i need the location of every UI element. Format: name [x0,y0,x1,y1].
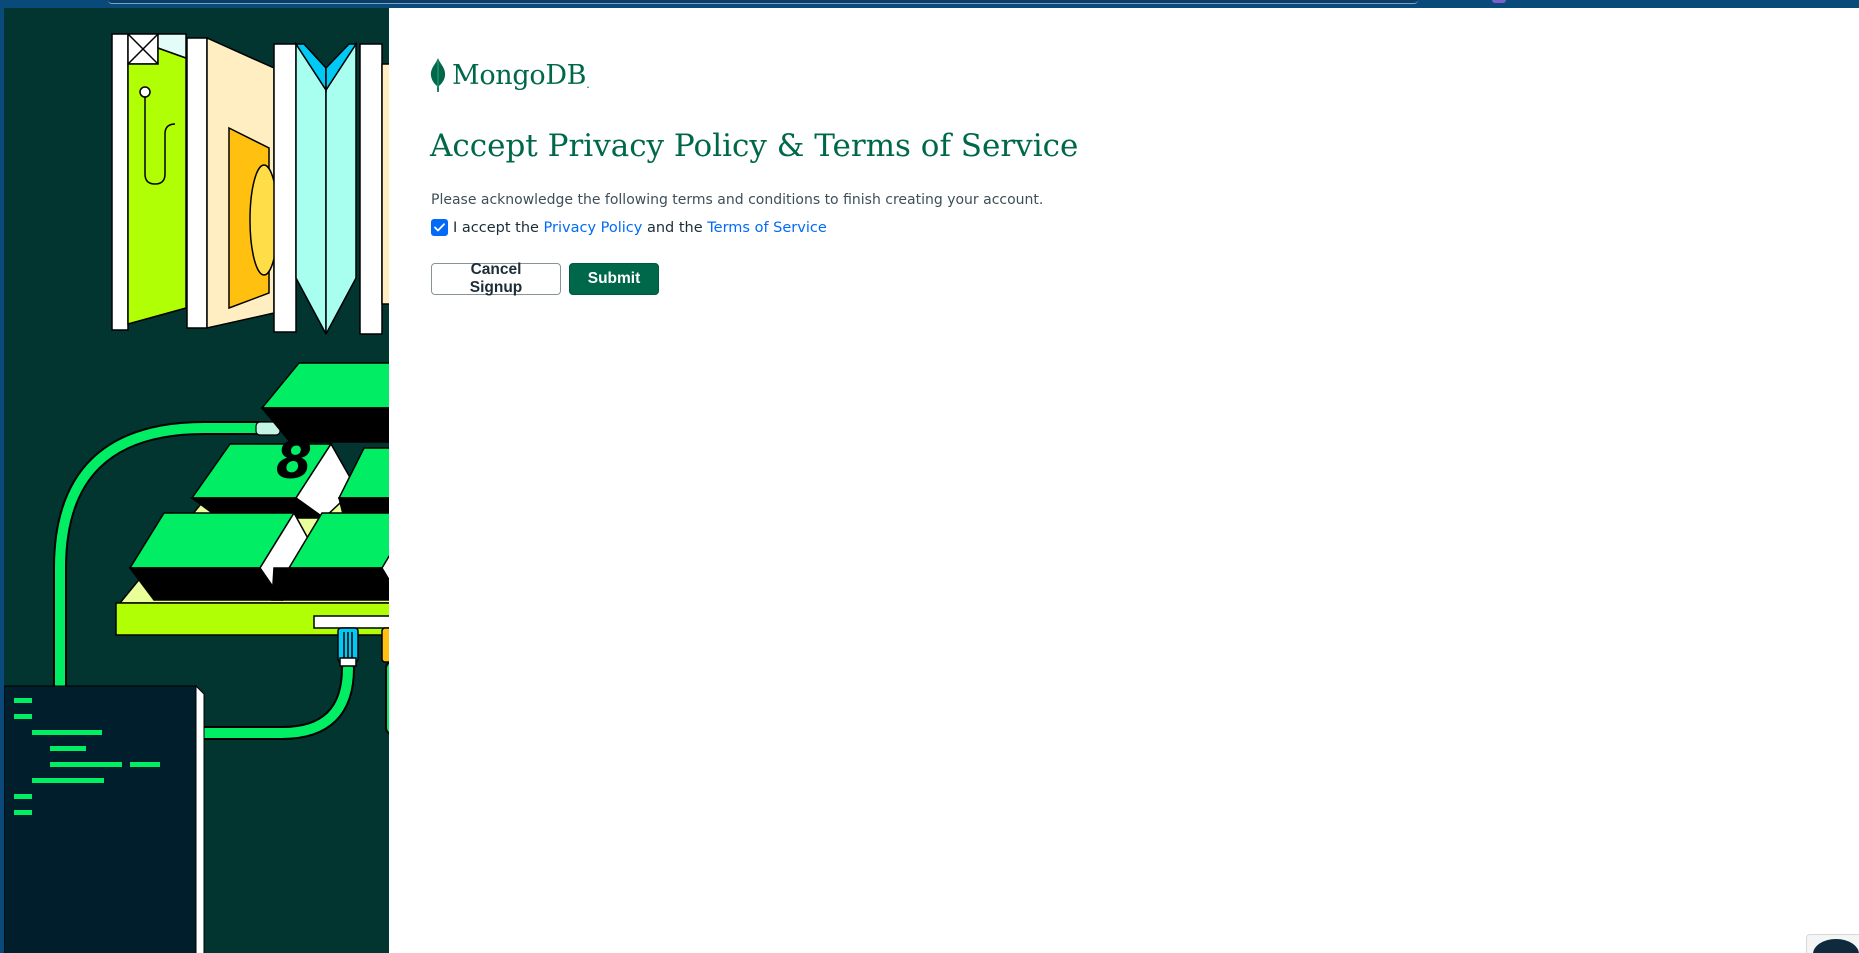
mongodb-logo[interactable]: MongoDB. [430,58,590,92]
mongodb-leaf-icon [430,58,446,92]
browser-top-strip [0,0,1859,8]
extension-icon[interactable] [1492,0,1506,3]
submit-button[interactable]: Submit [569,263,659,295]
key-caps-art [128,362,389,602]
folded-panels-art [111,33,389,335]
page-title: Accept Privacy Policy & Terms of Service [430,128,1079,164]
decorative-illustration: 8 [4,33,389,953]
terms-of-service-link[interactable]: Terms of Service [707,220,826,236]
main-content: MongoDB. Accept Privacy Policy & Terms o… [389,8,1859,953]
illustration-panel: 8 [4,8,389,953]
code-terminal-art [4,684,205,953]
help-chat-widget[interactable] [1806,934,1859,953]
consent-middle-text: and the [646,219,703,236]
logo-wordmark: MongoDB. [452,59,590,91]
page-description: Please acknowledge the following terms a… [431,192,1044,208]
accept-terms-checkbox[interactable] [431,219,448,236]
consent-prefix-text: I accept the [453,219,539,236]
privacy-policy-link[interactable]: Privacy Policy [544,220,643,236]
checkmark-icon [434,223,445,232]
key-number-label: 8 [276,431,312,491]
form-actions: Cancel Signup Submit [431,261,659,296]
logo-trademark-dot: . [586,77,590,91]
chat-bubble-icon [1813,939,1859,953]
address-bar[interactable] [108,0,1418,4]
cancel-signup-button[interactable]: Cancel Signup [431,261,561,296]
consent-row: I accept the Privacy Policy and the Term… [431,219,827,236]
